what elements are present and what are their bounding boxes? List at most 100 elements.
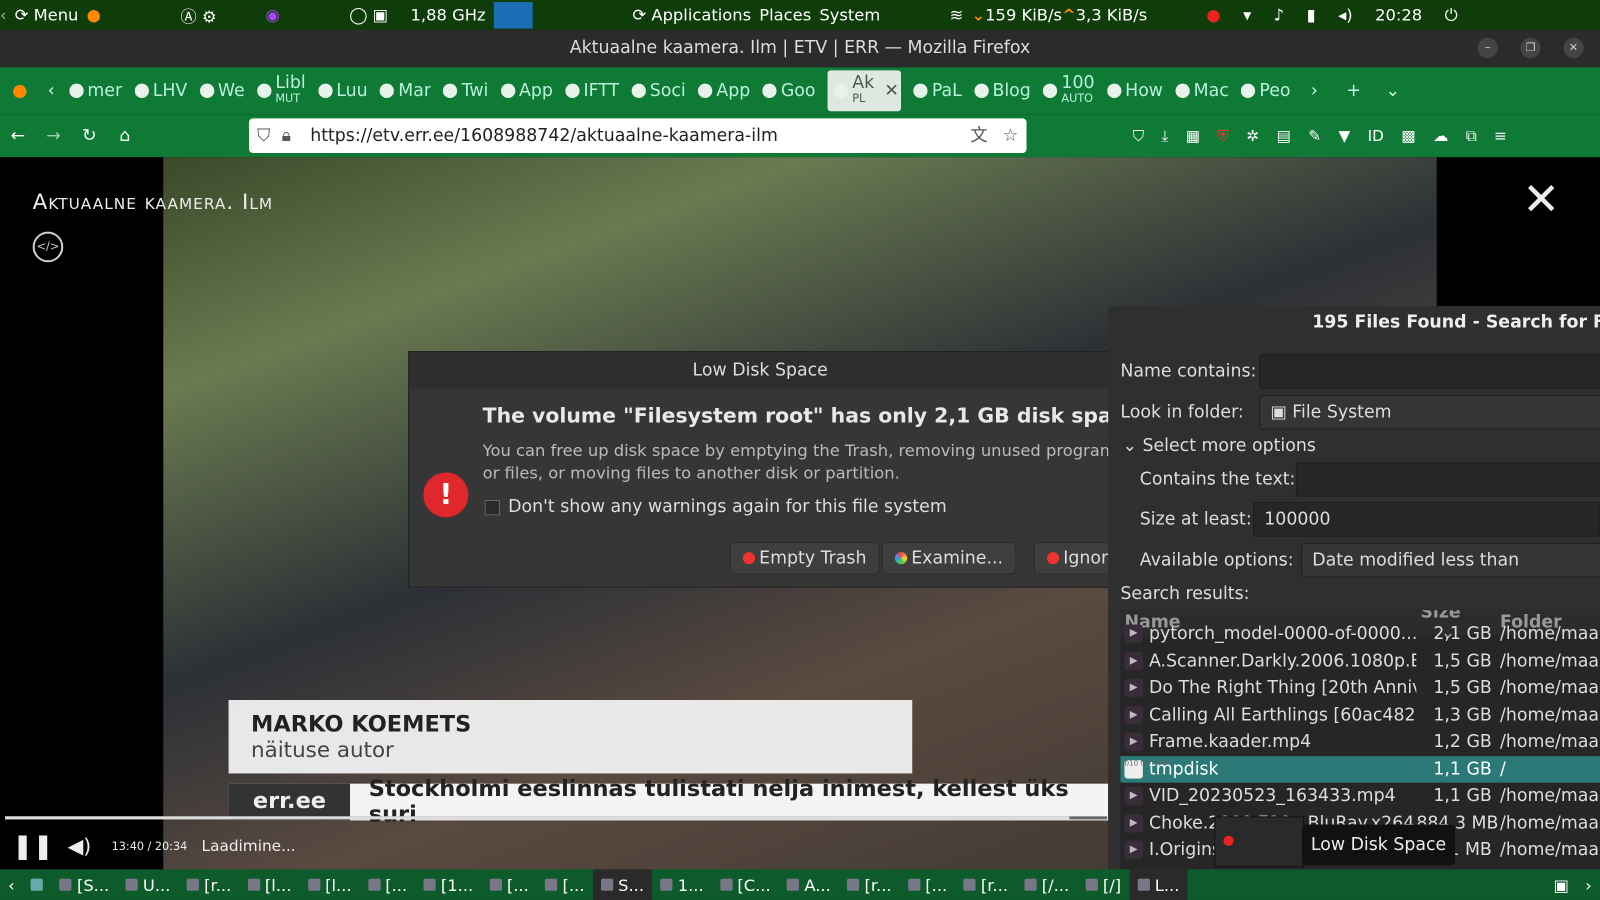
examine-button[interactable]: Examine...: [881, 541, 1017, 575]
extension-icon[interactable]: ☁: [1433, 127, 1448, 145]
tab[interactable]: Ak PL ✕: [827, 70, 902, 112]
result-row[interactable]: ▶ pytorch_model-0000-of-0000... 2,1 GB/hom…: [1120, 620, 1600, 647]
window-titlebar[interactable]: Aktuaalne kaamera. Ilm | ETV | ERR — Moz…: [0, 29, 1600, 68]
bookmark-star-icon[interactable]: ☆: [1003, 118, 1019, 153]
taskbar-item[interactable]: U...: [117, 869, 178, 900]
tab[interactable]: 100 AUTO: [1043, 74, 1095, 107]
taskbar-item[interactable]: [C...: [712, 869, 779, 900]
tab[interactable]: mer: [69, 81, 122, 101]
places-menu[interactable]: Places: [759, 5, 811, 24]
dont-show-checkbox[interactable]: Don't show any warnings again for this f…: [484, 497, 947, 517]
folder-select[interactable]: ▣ File System: [1259, 394, 1600, 430]
firefox-view-icon[interactable]: ●: [12, 81, 27, 101]
result-row[interactable]: ▶ Calling All Earthlings [60ac4828c 1,3 GB…: [1120, 702, 1600, 729]
extension-icon[interactable]: ✎: [1308, 127, 1321, 145]
window-preview-thumbnail[interactable]: [1214, 816, 1305, 868]
downloads-icon[interactable]: ⤓: [1161, 127, 1168, 145]
taskbar-item[interactable]: [...: [481, 869, 537, 900]
tab[interactable]: Libl MUT: [256, 74, 306, 107]
tab[interactable]: Goo: [762, 81, 816, 101]
menu-button[interactable]: ⟳ Menu: [15, 5, 79, 24]
embed-code-icon[interactable]: </>: [32, 231, 64, 263]
volume-icon[interactable]: ◂): [1338, 5, 1353, 24]
taskbar-item[interactable]: [l...: [300, 869, 360, 900]
result-row[interactable]: ▶ VID_20230523_163433.mp4 1,1 GB/home/maa: [1120, 783, 1600, 810]
taskbar-item[interactable]: [r...: [955, 869, 1016, 900]
forward-button[interactable]: →: [36, 126, 72, 146]
contains-text-input[interactable]: [1295, 462, 1600, 497]
name-input[interactable]: [1259, 354, 1600, 389]
extension-icon[interactable]: ▩: [1401, 127, 1415, 145]
panel-left-arrow[interactable]: ‹: [0, 5, 7, 24]
select-more-options-toggle[interactable]: ⌄ Select more options: [1122, 436, 1315, 456]
taskbar-item[interactable]: [...: [360, 869, 416, 900]
lock-icon[interactable]: 🔒︎: [282, 118, 291, 153]
new-tab-button[interactable]: +: [1346, 81, 1361, 101]
taskbar-item[interactable]: [S...: [51, 869, 117, 900]
close-tab-icon[interactable]: ✕: [884, 81, 899, 101]
tabs-scroll-left[interactable]: ‹: [48, 81, 55, 101]
taskbar-item[interactable]: A...: [779, 869, 839, 900]
extension-icon[interactable]: ✲: [1246, 127, 1259, 145]
maximize-button[interactable]: ❐: [1520, 37, 1541, 59]
show-desktop-button[interactable]: [23, 869, 52, 900]
tab[interactable]: Peo: [1240, 81, 1291, 101]
pause-button[interactable]: ❚❚: [12, 832, 53, 861]
shield-icon[interactable]: ⛉: [257, 118, 270, 153]
tab[interactable]: Twi: [443, 81, 488, 101]
extensions-button[interactable]: ⧉: [1466, 127, 1477, 145]
result-row[interactable]: ▶ A.Scanner.Darkly.2006.1080p.Blu 1,5 GB/h…: [1120, 647, 1600, 674]
tab[interactable]: Mac: [1175, 81, 1229, 101]
reload-button[interactable]: ↻: [71, 126, 107, 146]
url-text[interactable]: https://etv.err.ee/1608988742/aktuaalne-…: [310, 126, 778, 146]
applications-menu[interactable]: ⟳ Applications: [633, 5, 752, 24]
tab[interactable]: Blog: [974, 81, 1031, 101]
back-button[interactable]: ←: [0, 126, 36, 146]
tab[interactable]: Luu: [317, 81, 368, 101]
taskbar-item[interactable]: [1...: [415, 869, 481, 900]
taskbar-item[interactable]: [r...: [179, 869, 240, 900]
opera-icon[interactable]: ◯ ▣: [349, 5, 388, 24]
power-icon[interactable]: ⏻: [1445, 5, 1458, 25]
ublock-icon[interactable]: ⛨: [1217, 127, 1228, 145]
size-input[interactable]: 100000: [1253, 502, 1600, 537]
pocket-icon[interactable]: ⛉: [1133, 127, 1144, 145]
tab[interactable]: App: [697, 81, 750, 101]
available-options-select[interactable]: Date modified less than: [1301, 542, 1600, 578]
volume-button[interactable]: ◀): [68, 834, 92, 858]
tab[interactable]: IFTT: [565, 81, 619, 101]
url-bar[interactable]: ⛉ 🔒︎ https://etv.err.ee/1608988742/aktua…: [248, 118, 1027, 154]
tab[interactable]: How: [1106, 81, 1163, 101]
result-row[interactable]: ▶ Frame.kaader.mp4 1,2 GB/home/maa: [1120, 729, 1600, 756]
result-row[interactable]: 010 001 100 tmpdisk 1,1 GB /: [1120, 755, 1600, 783]
minimize-button[interactable]: –: [1477, 37, 1498, 59]
extension-icon[interactable]: ▦: [1186, 127, 1200, 145]
taskbar-item[interactable]: [r...: [839, 869, 900, 900]
taskbar-item[interactable]: [...: [900, 869, 956, 900]
empty-trash-button[interactable]: Empty Trash: [729, 541, 880, 575]
close-button[interactable]: ✕: [1563, 37, 1584, 59]
taskbar-item[interactable]: [/]: [1077, 869, 1129, 900]
id-icon[interactable]: ID: [1368, 127, 1384, 145]
tab[interactable]: LHV: [134, 81, 187, 101]
taskbar-item[interactable]: [l...: [239, 869, 299, 900]
extension-icon[interactable]: ▼: [1338, 127, 1350, 145]
bell-icon[interactable]: ♪: [1274, 5, 1284, 24]
video-progress-bar[interactable]: [5, 816, 1108, 820]
app-menu-button[interactable]: ≡: [1494, 127, 1507, 145]
taskbar-item[interactable]: [...: [537, 869, 593, 900]
tab[interactable]: App: [500, 81, 553, 101]
accessibility-icon[interactable]: Ⓐ ⚙: [180, 3, 216, 27]
network-icon[interactable]: ▾: [1243, 5, 1251, 24]
record-icon[interactable]: ●: [1206, 5, 1220, 24]
close-player-icon[interactable]: ✕: [1522, 173, 1560, 225]
taskbar-right-arrow[interactable]: ›: [1577, 869, 1600, 900]
taskbar-item[interactable]: L...: [1129, 869, 1188, 900]
home-button[interactable]: ⌂: [107, 126, 143, 146]
result-row[interactable]: ▶ Do The Right Thing [20th Annive 1,5 GB/h…: [1120, 674, 1600, 701]
tab[interactable]: Soci: [631, 81, 686, 101]
tab[interactable]: We: [199, 81, 245, 101]
tray-icon[interactable]: ▣: [1545, 869, 1577, 900]
tab-list-button[interactable]: ⌄: [1385, 81, 1400, 101]
firefox-icon[interactable]: ●: [87, 5, 101, 24]
